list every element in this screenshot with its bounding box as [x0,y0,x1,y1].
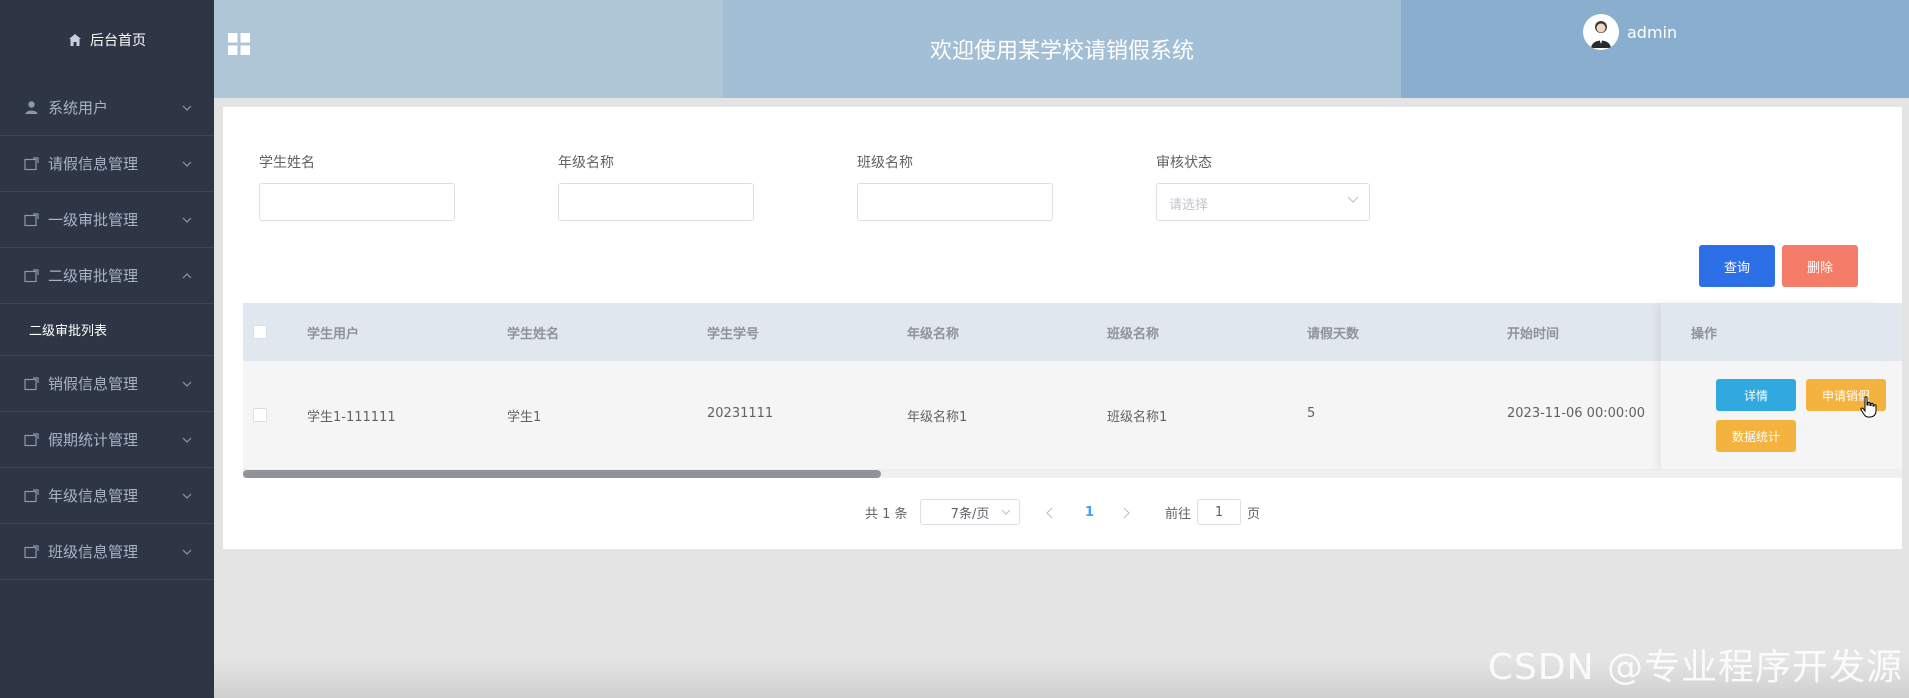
class-name-label: 班级名称 [857,155,913,171]
sidebar-home[interactable]: 后台首页 [0,0,214,80]
cell-student-user: 学生1-111111 [307,410,396,425]
username: admin [1627,22,1678,42]
column-header: 请假天数 [1307,327,1360,342]
sidebar-item-class-info[interactable]: 班级信息管理 [0,524,214,580]
column-header: 年级名称 [907,327,960,342]
sidebar-item-label: 系统用户 [48,99,109,117]
cell-student-name: 学生1 [507,410,542,425]
status-placeholder: 请选择 [1169,198,1209,213]
row-checkbox[interactable] [253,408,267,422]
delete-button[interactable]: 删除 [1782,245,1858,287]
column-header: 学生用户 [307,327,360,342]
sidebar-item-label: 销假信息管理 [48,375,139,393]
chevron-down-icon [1001,509,1011,515]
sidebar-item-system-users[interactable]: 系统用户 [0,80,214,136]
page-title: 欢迎使用某学校请销假系统 [929,39,1194,64]
query-button[interactable]: 查询 [1699,245,1775,287]
sidebar-item-label: 请假信息管理 [48,155,139,173]
chevron-down-icon [182,105,192,111]
folder-icon [24,432,39,446]
top-header: 欢迎使用某学校请销假系统 admin [214,0,1909,98]
sidebar-item-cancel-leave[interactable]: 销假信息管理 [0,356,214,412]
sidebar-item-label: 班级信息管理 [48,543,139,561]
sidebar-item-label: 二级审批管理 [48,267,139,285]
chevron-down-icon [182,549,192,555]
sidebar-item-holiday-stats[interactable]: 假期统计管理 [0,412,214,468]
current-page[interactable]: 1 [1085,498,1094,526]
folder-icon [24,376,39,390]
sidebar-subitem-second-approval-list[interactable]: 二级审批列表 [0,304,214,356]
folder-icon [24,156,39,170]
avatar [1583,14,1619,50]
horizontal-scrollbar[interactable] [243,470,1902,478]
page-size-select[interactable]: 7条/页 [920,499,1020,525]
chevron-down-icon [1347,196,1359,203]
home-icon [69,34,81,46]
page-size-value: 7条/页 [950,506,990,522]
user-icon [25,101,38,114]
class-name-input[interactable] [857,183,1053,221]
scrollbar-thumb[interactable] [243,470,881,478]
watermark: CSDN @专业程序开发源 [1487,647,1903,688]
cell-leave-days: 5 [1307,406,1316,421]
chevron-down-icon [182,381,192,387]
cell-start-time: 2023-11-06 00:00:00 [1507,406,1646,421]
sidebar-item-first-approval[interactable]: 一级审批管理 [0,192,214,248]
goto-page-input[interactable]: 1 [1197,499,1241,525]
cell-grade: 年级名称1 [907,410,968,425]
status-label: 审核状态 [1156,155,1212,171]
sidebar-home-label: 后台首页 [90,33,146,49]
sidebar: 后台首页 系统用户 请假信息管理 一级审批管理 二级审批管理 二级审批列表 销假… [0,0,214,698]
menu-grid-icon[interactable] [228,33,250,55]
sidebar-item-label: 年级信息管理 [48,487,139,505]
column-header: 学生姓名 [507,327,560,342]
content-card: 学生姓名 年级名称 班级名称 审核状态 请选择 查询 删除 学生用户 学生姓名 … [223,107,1902,549]
chevron-down-icon [182,217,192,223]
chevron-down-icon [182,437,192,443]
folder-icon [24,488,39,502]
folder-icon [24,544,39,558]
student-name-label: 学生姓名 [259,155,315,171]
prev-page-icon[interactable] [1046,507,1054,519]
chevron-down-icon [182,493,192,499]
sidebar-item-label: 假期统计管理 [48,431,139,449]
sidebar-item-leave-info[interactable]: 请假信息管理 [0,136,214,192]
sidebar-item-second-approval[interactable]: 二级审批管理 [0,248,214,304]
table-header: 学生用户 学生姓名 学生学号 年级名称 班级名称 请假天数 开始时间 操作 [243,303,1902,361]
fixed-actions-column [1661,303,1882,470]
grade-name-label: 年级名称 [558,155,614,171]
user-menu[interactable]: admin [1583,14,1677,50]
goto-label: 前往 [1165,506,1192,522]
column-header: 开始时间 [1507,327,1560,342]
pagination-total: 共 1 条 [865,506,908,522]
next-page-icon[interactable] [1122,507,1130,519]
chevron-down-icon [182,161,192,167]
select-all-checkbox[interactable] [253,325,267,339]
column-header: 学生学号 [707,327,760,342]
sidebar-subitem-label: 二级审批列表 [29,324,108,339]
folder-icon [24,268,39,282]
folder-icon [24,212,39,226]
cell-student-no: 20231111 [707,406,774,421]
sidebar-item-grade-info[interactable]: 年级信息管理 [0,468,214,524]
status-select[interactable]: 请选择 [1156,183,1370,221]
grade-name-input[interactable] [558,183,754,221]
page-suffix: 页 [1247,506,1261,522]
cell-class: 班级名称1 [1107,410,1168,425]
column-header: 班级名称 [1107,327,1160,342]
sidebar-item-label: 一级审批管理 [48,211,139,229]
table-row: 学生1-111111 学生1 20231111 年级名称1 班级名称1 5 20… [243,361,1902,470]
chevron-up-icon [182,272,192,278]
student-name-input[interactable] [259,183,455,221]
